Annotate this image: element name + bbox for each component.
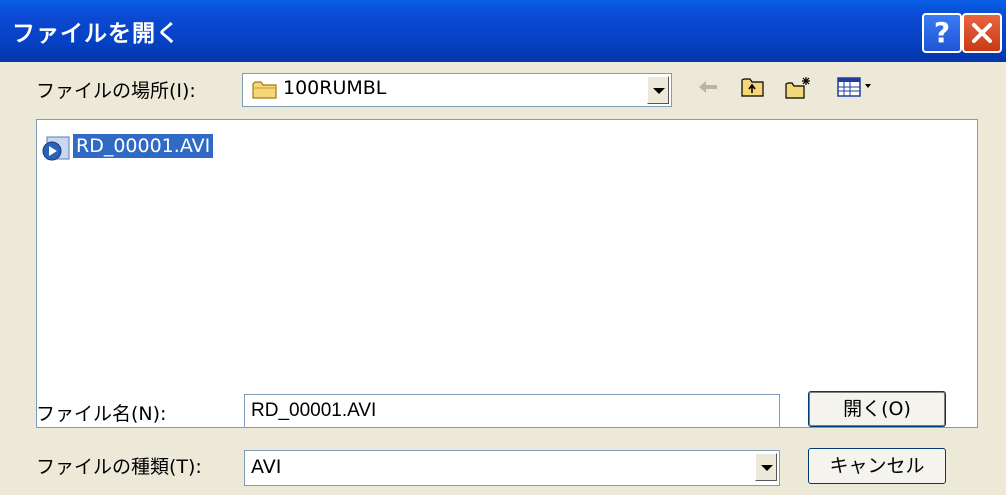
filetype-value: AVI xyxy=(251,456,282,478)
filename-input[interactable] xyxy=(244,394,780,428)
location-dropdown[interactable]: 100RUMBL xyxy=(242,73,672,107)
location-dropdown-button[interactable] xyxy=(647,76,669,104)
help-icon: ? xyxy=(933,16,951,49)
location-label: ファイルの場所(I): xyxy=(36,80,196,102)
filetype-dropdown[interactable]: AVI xyxy=(244,450,780,486)
location-value: 100RUMBL xyxy=(283,77,387,99)
file-list[interactable]: RD_00001.AVI xyxy=(36,119,978,428)
new-folder-icon[interactable] xyxy=(784,75,812,101)
window-title: ファイルを開く xyxy=(12,21,180,47)
video-file-icon xyxy=(42,136,70,161)
open-button[interactable]: 開く(O) xyxy=(808,391,946,427)
file-name: RD_00001.AVI xyxy=(71,133,215,159)
back-arrow-icon[interactable] xyxy=(696,75,720,99)
close-icon xyxy=(972,23,992,43)
close-button[interactable] xyxy=(962,13,1002,53)
filetype-label: ファイルの種類(T): xyxy=(36,456,202,478)
help-button[interactable]: ? xyxy=(922,13,962,53)
filename-label: ファイル名(N): xyxy=(36,403,167,425)
title-bar[interactable]: ファイルを開く ? xyxy=(0,0,1006,62)
cancel-button[interactable]: キャンセル xyxy=(808,448,946,484)
folder-icon xyxy=(252,81,277,99)
up-folder-icon[interactable] xyxy=(740,75,766,99)
view-menu-icon[interactable] xyxy=(836,75,876,99)
filetype-dropdown-button[interactable] xyxy=(755,453,777,481)
open-file-dialog: ファイルの場所(I): 100RUMBL RD_00001.AVI ファイル名(… xyxy=(0,62,1006,495)
